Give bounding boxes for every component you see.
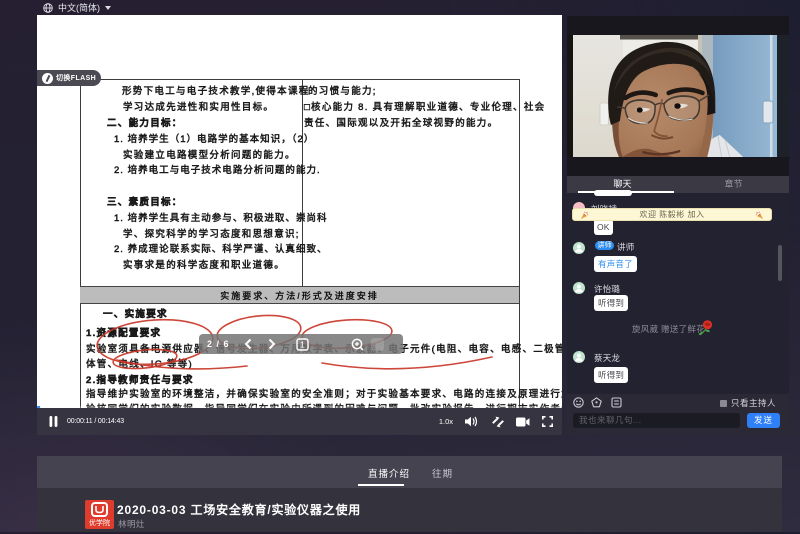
- svg-text:优学院: 优学院: [89, 518, 110, 527]
- svg-text:1: 1: [300, 340, 305, 349]
